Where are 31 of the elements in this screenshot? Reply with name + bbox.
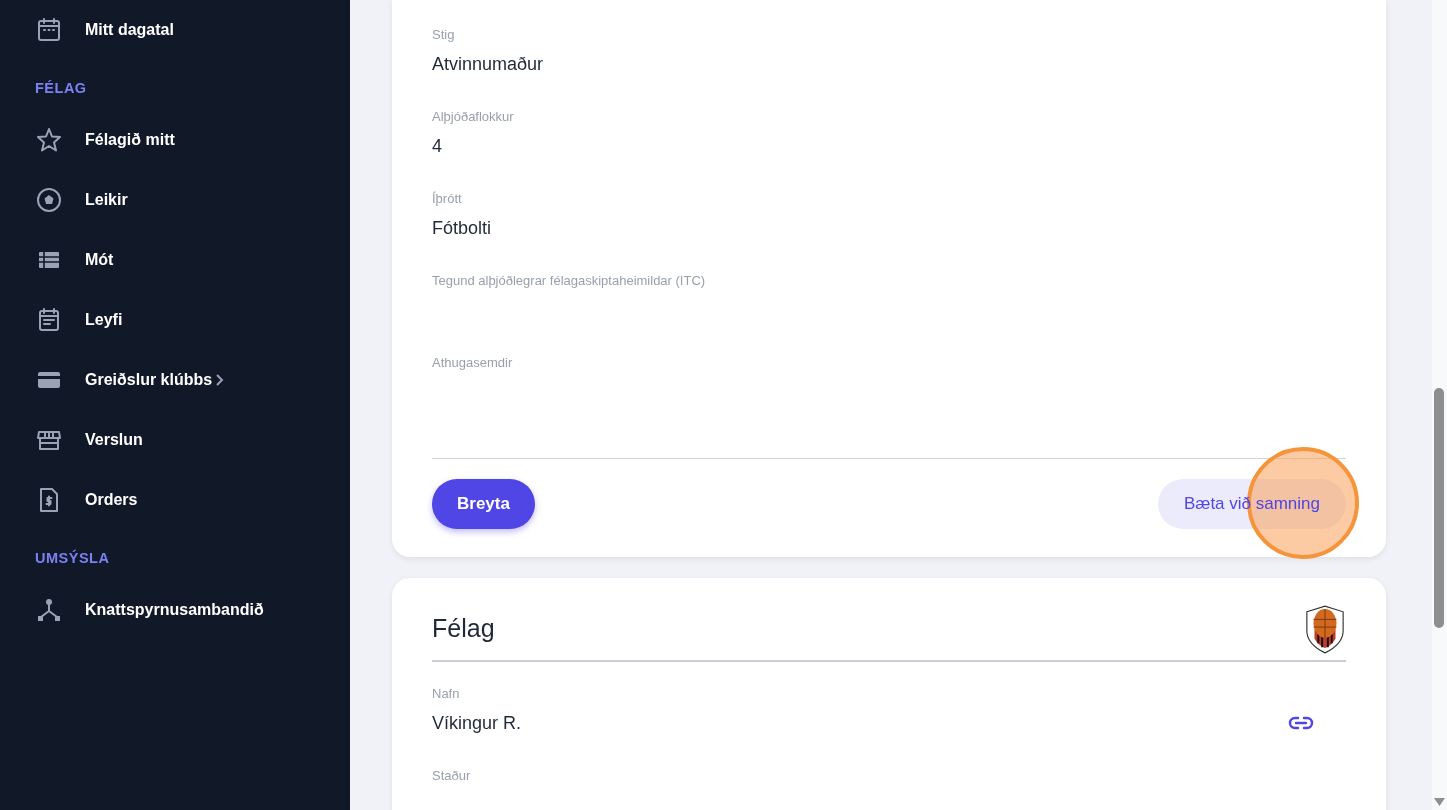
field-value: Fótbolti [432, 217, 492, 240]
link-icon[interactable] [1288, 716, 1314, 730]
sidebar-item[interactable]: Leyfi [35, 289, 315, 350]
scroll-down-icon[interactable] [1434, 798, 1445, 806]
field-label: Staður [432, 766, 472, 785]
field-value: Víkingur R. [432, 711, 522, 735]
sidebar-item[interactable]: Greiðslur klúbbs [35, 349, 315, 410]
section-heading: FÉLAG [35, 79, 88, 98]
sidebar-item[interactable]: Mót [35, 229, 315, 290]
star-icon [35, 125, 63, 154]
scrollbar-thumb[interactable] [1434, 388, 1444, 628]
field-label: Íþrótt [432, 190, 463, 208]
field-label: Stig [432, 26, 456, 44]
club-crest-icon [1304, 603, 1346, 654]
field-label: Athugasemdir [432, 354, 514, 372]
ball-icon [35, 185, 63, 214]
card-title: Félag [432, 612, 495, 644]
sidebar-item[interactable]: Leikir [35, 169, 315, 230]
section-heading: UMSÝSLA [35, 548, 111, 568]
field-value: 4 [432, 135, 442, 158]
field-value: Atvinnumaður [432, 53, 544, 76]
sidebar-item[interactable]: Orders [35, 469, 315, 530]
sidebar-item[interactable]: Knattspyrnusambandið [35, 579, 315, 640]
field-label: Nafn [432, 684, 461, 703]
sidebar-item[interactable]: Verslun [35, 409, 315, 470]
edit-button[interactable]: Breyta [432, 479, 535, 529]
field-label: Tegund alþjóðlegrar félagaskiptaheimildar (ITC) [432, 272, 707, 290]
calendar-icon [35, 16, 63, 44]
sidebar-item[interactable]: Mitt dagatal [35, 0, 315, 60]
sidebar-item[interactable]: Félagið mitt [35, 109, 315, 170]
field-label: Alþjóðaflokkur [432, 108, 515, 126]
